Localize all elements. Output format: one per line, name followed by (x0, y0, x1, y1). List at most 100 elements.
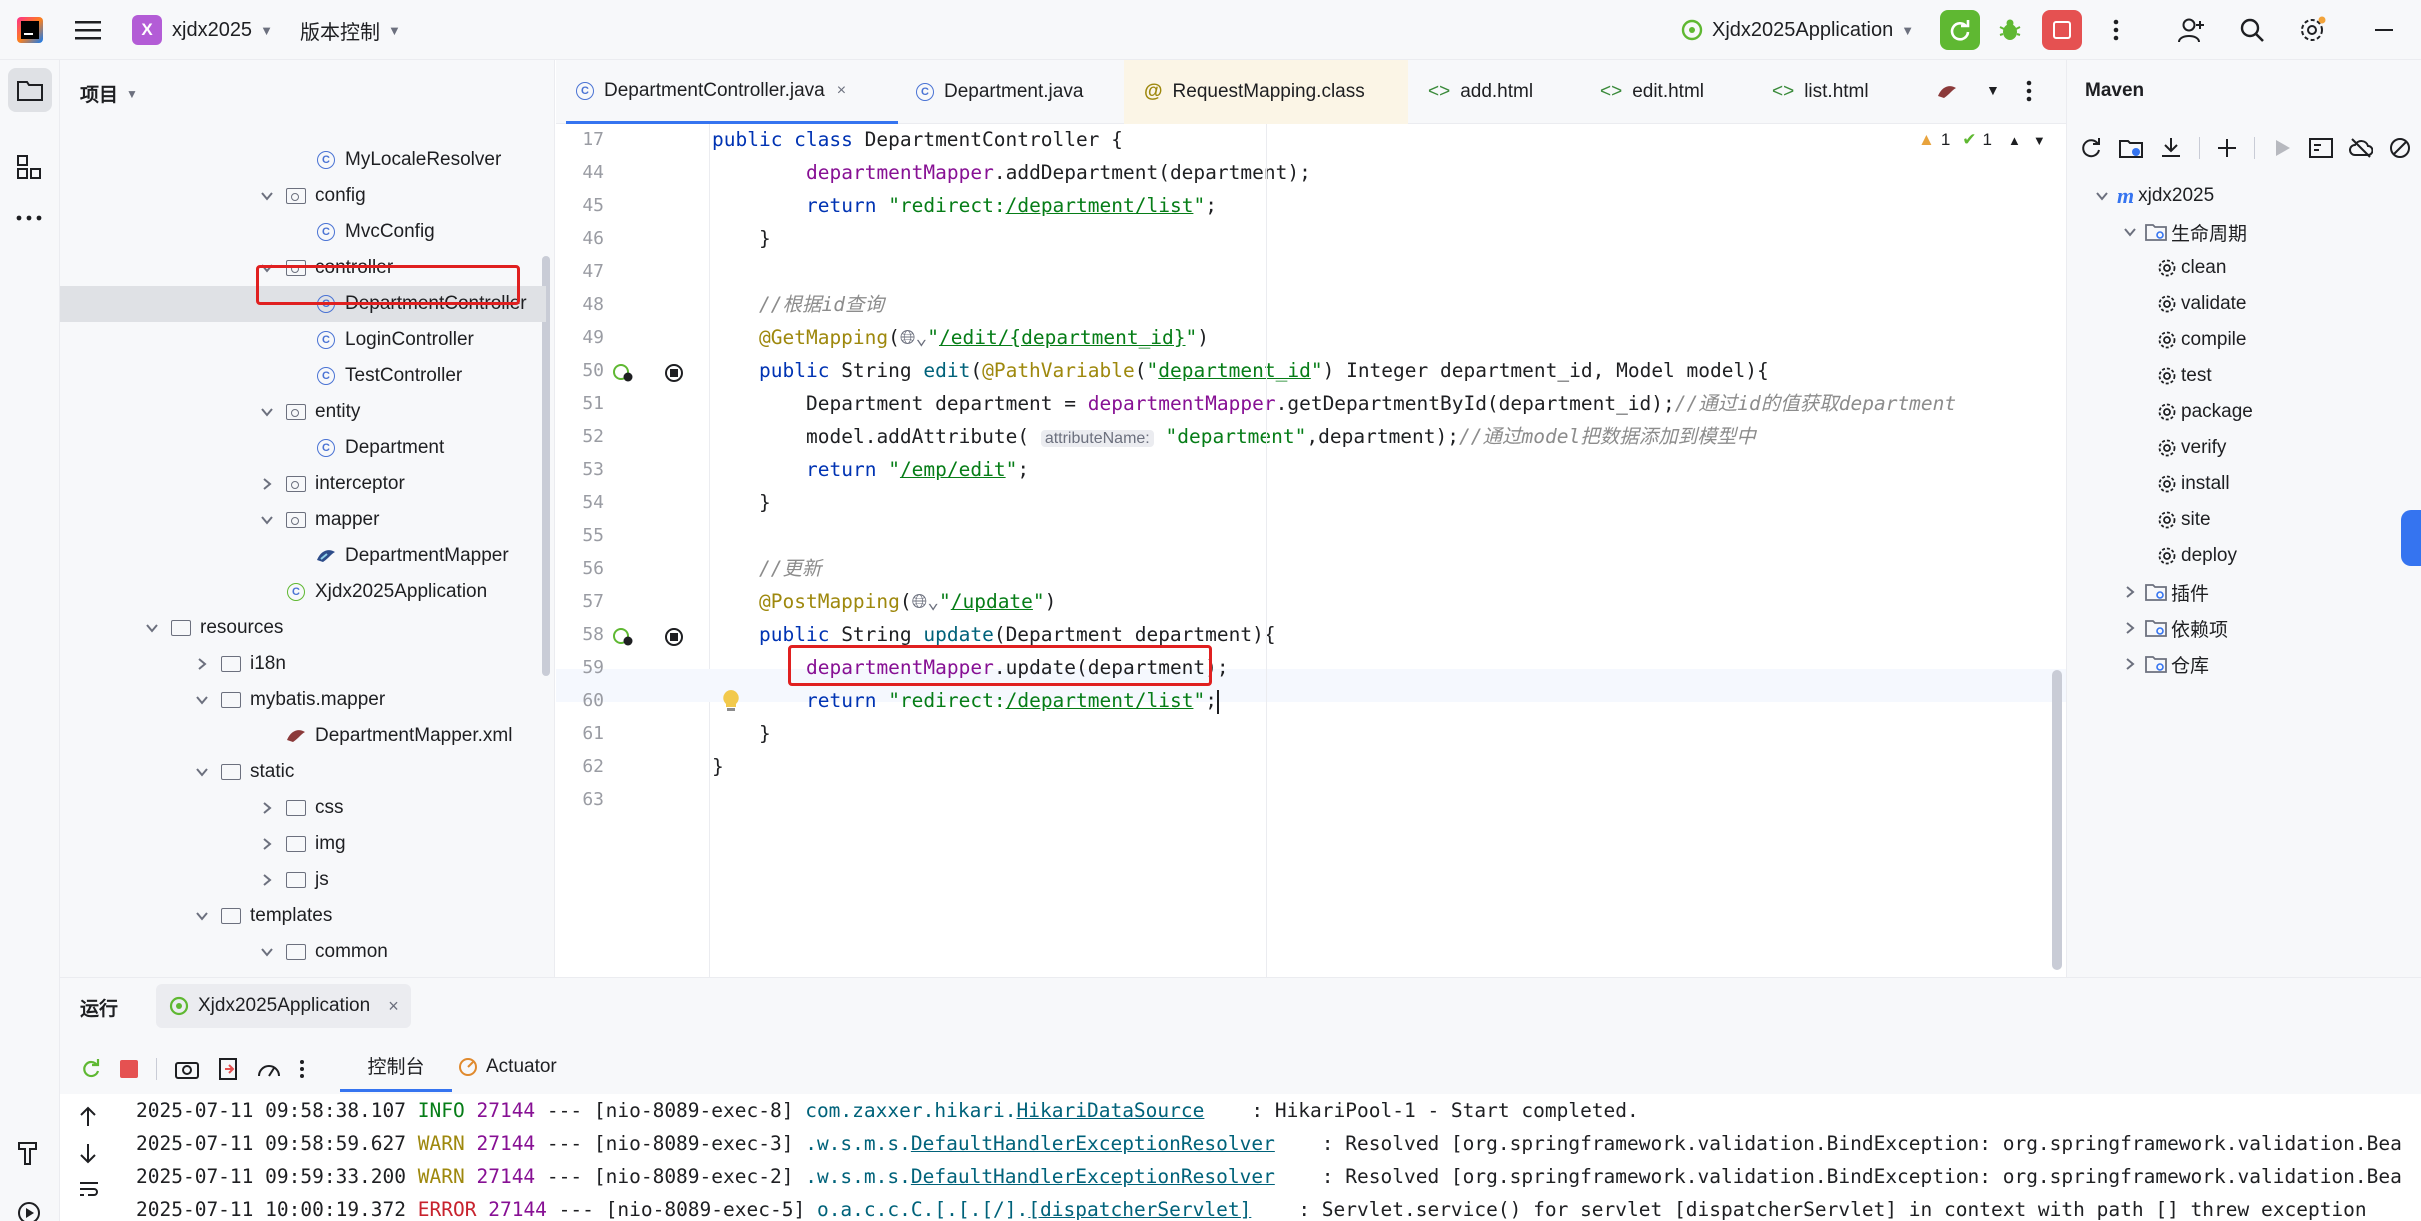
maven-plugins[interactable]: 插件 (2123, 574, 2209, 610)
search-icon[interactable] (2234, 12, 2270, 48)
tree-item-mapper[interactable]: mapper (60, 502, 542, 538)
chevron-right-icon[interactable] (259, 800, 275, 816)
maven-goal-install[interactable]: install (2157, 466, 2230, 502)
plus-icon[interactable] (2216, 137, 2238, 159)
tree-item-departmentmapper[interactable]: DepartmentMapper (60, 538, 542, 574)
reload-icon[interactable] (2079, 136, 2103, 160)
run-maven-icon[interactable] (2271, 137, 2293, 159)
maven-goal-clean[interactable]: clean (2157, 250, 2226, 286)
tree-item-static[interactable]: static (60, 754, 542, 790)
code-line[interactable]: 51 Department department = departmentMapp… (556, 387, 2066, 420)
coverage-icon[interactable] (257, 1058, 281, 1080)
chevron-down-icon[interactable] (194, 692, 210, 708)
code-text[interactable]: return "redirect:/department/list"; (806, 684, 1219, 717)
code-text[interactable]: departmentMapper.addDepartment(departmen… (806, 156, 1311, 189)
tree-item-department[interactable]: C Department (60, 430, 542, 466)
code-line[interactable]: 59 departmentMapper.update(department); (556, 651, 2066, 684)
chevron-down-icon[interactable] (2123, 225, 2145, 239)
chevron-down-icon[interactable] (259, 404, 275, 420)
tree-item-interceptor[interactable]: interceptor (60, 466, 542, 502)
stop-button[interactable] (2042, 10, 2082, 50)
code-line[interactable]: 49 @GetMapping(🌐︎⌄"/edit/{department_id}"… (556, 321, 2066, 354)
services-icon[interactable] (16, 1200, 42, 1221)
chevron-right-icon[interactable] (259, 836, 275, 852)
code-text[interactable]: } (759, 222, 771, 255)
stop-icon[interactable] (120, 1060, 138, 1078)
maven-goal-package[interactable]: package (2157, 394, 2253, 430)
code-line[interactable]: 56 //更新 (556, 552, 2066, 585)
more-vertical-icon[interactable] (2098, 12, 2134, 48)
code-text[interactable]: public class DepartmentController { (712, 124, 1123, 156)
code-text[interactable]: } (759, 717, 771, 750)
tree-item-entity[interactable]: entity (60, 394, 542, 430)
mybatis-bird-icon[interactable] (1936, 82, 1958, 102)
tab-department[interactable]: C Department.java (896, 60, 1124, 124)
add-user-icon[interactable] (2174, 12, 2210, 48)
soft-wrap-icon[interactable] (78, 1180, 100, 1200)
maven-repositories[interactable]: 仓库 (2123, 646, 2209, 682)
tab-add-html[interactable]: <> add.html (1408, 60, 1580, 124)
code-line[interactable]: 63 (556, 783, 2066, 816)
vcs-menu[interactable]: 版本控制 ▼ (300, 0, 401, 60)
add-project-folder-icon[interactable] (2119, 136, 2143, 160)
camera-icon[interactable] (175, 1059, 199, 1079)
code-text[interactable]: //根据id查询 (759, 288, 884, 321)
tree-item-img[interactable]: img (60, 826, 542, 862)
lightbulb-icon[interactable] (722, 689, 740, 713)
code-line[interactable]: 47 (556, 255, 2066, 288)
inspection-widget[interactable]: ▲ 1 ✔ 1 ▲ ▼ (1914, 130, 2050, 150)
rerun-button[interactable] (1940, 10, 1980, 50)
chevron-down-icon[interactable] (144, 620, 160, 636)
run-config-tab[interactable]: Xjdx2025Application × (156, 984, 411, 1028)
maven-goal-validate[interactable]: validate (2157, 286, 2247, 322)
tree-item-resources[interactable]: resources (60, 610, 542, 646)
maven-lifecycle[interactable]: 生命周期 (2123, 214, 2247, 250)
tab-actuator[interactable]: Actuator (444, 1042, 571, 1092)
chevron-down-icon[interactable] (259, 944, 275, 960)
chevron-right-icon[interactable] (2123, 657, 2145, 671)
tab-departmentcontroller[interactable]: C DepartmentController.java × (566, 60, 898, 124)
close-icon[interactable]: × (388, 996, 399, 1017)
log-line[interactable]: 2025-07-11 09:59:33.200 WARN 27144 --- [… (136, 1160, 2402, 1193)
log-line[interactable]: 2025-07-11 09:58:59.627 WARN 27144 --- [… (136, 1127, 2402, 1160)
code-text[interactable]: @PostMapping(🌐︎⌄"/update") (759, 585, 1056, 618)
tree-item-common[interactable]: common (60, 934, 542, 970)
code-text[interactable]: return "redirect:/department/list"; (806, 189, 1217, 222)
code-line[interactable]: 54} (556, 486, 2066, 519)
tree-item-css[interactable]: css (60, 790, 542, 826)
project-tool-button[interactable] (8, 68, 52, 112)
chevron-up-icon[interactable]: ▲ (2008, 133, 2021, 148)
code-line[interactable]: 17 public class DepartmentController { (556, 124, 2066, 156)
chevron-down-icon[interactable] (194, 764, 210, 780)
code-line[interactable]: 52 model.addAttribute( attributeName: "de… (556, 420, 2066, 453)
tree-item-mvcconfig[interactable]: C MvcConfig (60, 214, 542, 250)
chevron-right-icon[interactable] (259, 476, 275, 492)
tab-list-html[interactable]: <> list.html (1752, 60, 1916, 124)
code-line[interactable]: 50 public String edit(@PathVariable("depa… (556, 354, 2066, 387)
chevron-down-icon[interactable] (194, 908, 210, 924)
code-text[interactable]: Department department = departmentMapper… (806, 387, 1956, 420)
code-text[interactable]: //更新 (759, 552, 821, 585)
code-text[interactable]: @GetMapping(🌐︎⌄"/edit/{department_id}") (759, 321, 1209, 354)
tree-item-logincontroller[interactable]: C LoginController (60, 322, 542, 358)
chevron-down-icon[interactable] (259, 512, 275, 528)
editor-scrollbar[interactable] (2052, 670, 2062, 970)
chevron-down-icon[interactable]: ▼ (2033, 133, 2046, 148)
structure-icon[interactable] (16, 154, 42, 180)
code-line[interactable]: 55 (556, 519, 2066, 552)
minimize-icon[interactable] (2366, 12, 2402, 48)
tree-item-mylocaleresolver[interactable]: C MyLocaleResolver (60, 142, 542, 178)
main-menu-icon[interactable] (70, 12, 106, 48)
more-vertical-icon[interactable] (2026, 80, 2032, 102)
chevron-right-icon[interactable] (2123, 621, 2145, 635)
arrow-up-icon[interactable] (78, 1106, 98, 1128)
log-line[interactable]: 2025-07-11 10:00:19.372 ERROR 27144 --- … (136, 1193, 2367, 1221)
tree-item-bar-html[interactable]: <>bar.html (60, 970, 542, 977)
code-line[interactable]: 46} (556, 222, 2066, 255)
debug-icon[interactable] (1992, 12, 2028, 48)
tree-item-i18n[interactable]: i18n (60, 646, 542, 682)
code-text[interactable]: public String edit(@PathVariable("depart… (759, 354, 1769, 387)
code-line[interactable]: 44 departmentMapper.addDepartment(departm… (556, 156, 2066, 189)
code-line[interactable]: 57 @PostMapping(🌐︎⌄"/update") (556, 585, 2066, 618)
code-text[interactable]: } (712, 750, 724, 783)
